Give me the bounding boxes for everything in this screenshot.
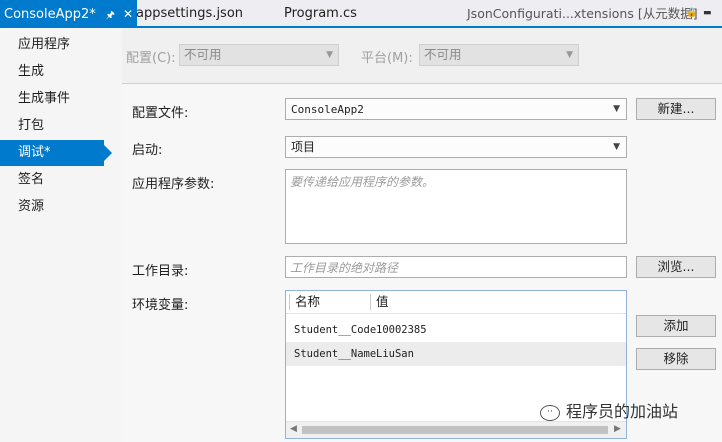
- chevron-down-icon: ▼: [613, 104, 620, 114]
- env-value-cell[interactable]: 10002385: [376, 318, 427, 342]
- configuration-value: 不可用: [184, 47, 222, 62]
- tab-appsettings[interactable]: appsettings.json: [136, 0, 243, 26]
- browse-button[interactable]: 浏览...: [636, 256, 716, 278]
- nav-item-build-events[interactable]: 生成事件: [0, 86, 104, 112]
- new-profile-button[interactable]: 新建...: [636, 98, 716, 120]
- project-properties-nav: 应用程序 生成 生成事件 打包 调试* 签名 资源: [0, 28, 122, 442]
- grid-header: 名称 值: [286, 291, 626, 314]
- launch-select[interactable]: 项目 ▼: [285, 136, 627, 158]
- app-args-input[interactable]: 要传递给应用程序的参数。: [285, 169, 627, 244]
- working-dir-input[interactable]: 工作目录的绝对路径: [285, 256, 627, 278]
- wechat-icon: ··: [540, 404, 560, 421]
- chevron-down-icon: ▼: [326, 50, 333, 60]
- platform-value: 不可用: [424, 47, 462, 62]
- scroll-right-icon[interactable]: ▶: [614, 424, 621, 434]
- tab-consoleapp2[interactable]: ConsoleApp2* 🖈 ✕: [0, 0, 138, 28]
- column-divider: [289, 294, 290, 310]
- platform-select: 不可用 ▼: [419, 44, 579, 66]
- configuration-select: 不可用 ▼: [179, 44, 339, 66]
- working-dir-placeholder: 工作目录的绝对路径: [290, 261, 399, 275]
- launch-value: 项目: [291, 140, 316, 154]
- pin-icon[interactable]: ▬: [703, 8, 712, 18]
- platform-label: 平台(M):: [361, 51, 413, 66]
- lock-icon: 🔒: [686, 8, 698, 18]
- env-name-cell[interactable]: Student__Name: [294, 342, 376, 366]
- column-header-value[interactable]: 值: [376, 291, 389, 313]
- watermark-text: 程序员的加油站: [566, 402, 679, 421]
- column-header-name[interactable]: 名称: [295, 291, 320, 313]
- column-divider[interactable]: [370, 294, 371, 310]
- nav-item-debug[interactable]: 调试*: [0, 140, 112, 166]
- add-env-button[interactable]: 添加: [636, 315, 716, 337]
- watermark: ·· 程序员的加油站: [540, 398, 678, 422]
- remove-env-button[interactable]: 移除: [636, 348, 716, 370]
- profile-select[interactable]: ConsoleApp2 ▼: [285, 98, 627, 120]
- scroll-left-icon[interactable]: ◀: [290, 424, 297, 434]
- env-value-cell[interactable]: LiuSan: [376, 342, 414, 366]
- nav-item-signing[interactable]: 签名: [0, 167, 104, 193]
- properties-main: 配置(C): 不可用 ▼ 平台(M): 不可用 ▼ 配置文件: ConsoleA…: [122, 28, 722, 442]
- chevron-down-icon: ▼: [566, 50, 573, 60]
- profile-value: ConsoleApp2: [291, 103, 364, 116]
- table-row[interactable]: Student__Name LiuSan: [286, 342, 626, 366]
- app-args-label: 应用程序参数:: [132, 177, 215, 192]
- nav-item-application[interactable]: 应用程序: [0, 32, 104, 58]
- close-icon[interactable]: ✕: [123, 0, 133, 28]
- table-row[interactable]: Student__Code 10002385: [286, 318, 626, 342]
- env-name-cell[interactable]: Student__Code: [294, 318, 376, 342]
- env-vars-label: 环境变量:: [132, 298, 189, 313]
- nav-item-resources[interactable]: 资源: [0, 194, 104, 220]
- nav-item-package[interactable]: 打包: [0, 113, 104, 139]
- tab-program[interactable]: Program.cs: [284, 0, 357, 26]
- app-args-placeholder: 要传递给应用程序的参数。: [290, 175, 435, 189]
- tab-title: ConsoleApp2*: [4, 7, 96, 22]
- debug-settings-panel: 配置文件: ConsoleApp2 ▼ 新建... 启动: 项目 ▼ 应用程序参…: [122, 84, 722, 442]
- profile-label: 配置文件:: [132, 106, 189, 121]
- working-dir-label: 工作目录:: [132, 264, 189, 279]
- configuration-label: 配置(C):: [126, 51, 176, 66]
- launch-label: 启动:: [132, 143, 163, 158]
- nav-item-build[interactable]: 生成: [0, 59, 104, 85]
- chevron-down-icon: ▼: [613, 142, 620, 152]
- horizontal-scrollbar[interactable]: ◀ ▶: [286, 421, 626, 438]
- configuration-row: 配置(C): 不可用 ▼ 平台(M): 不可用 ▼: [122, 28, 722, 82]
- tab-preview-jsonconfiguration[interactable]: JsonConfigurati...xtensions [从元数据]: [467, 0, 698, 26]
- document-tab-bar: ConsoleApp2* 🖈 ✕ appsettings.json Program.…: [0, 0, 722, 28]
- scrollbar-thumb[interactable]: [302, 426, 608, 434]
- pin-icon[interactable]: 🖈: [106, 2, 115, 30]
